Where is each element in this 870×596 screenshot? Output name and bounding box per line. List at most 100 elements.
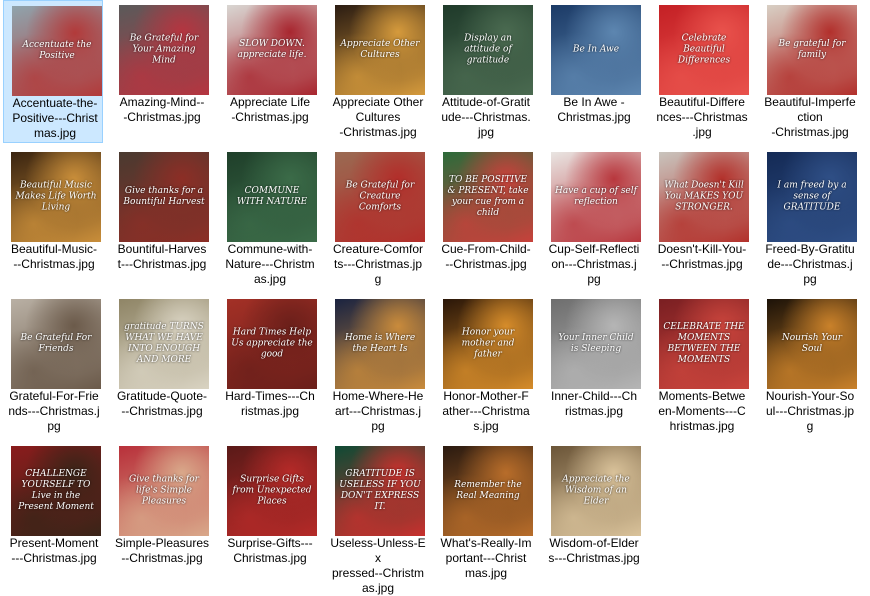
- file-name-line: Nourish-Your-So: [765, 389, 855, 403]
- file-item[interactable]: TO BE POSITIVE & PRESENT, take your cue …: [435, 147, 535, 290]
- file-item[interactable]: Be Grateful for Creature Comforts Creatur…: [327, 147, 427, 290]
- file-name-line: Nature---Christm: [225, 257, 315, 271]
- thumbnail-caption: Your Inner Child is Sleeping: [558, 333, 634, 354]
- file-name-label: Simple-Pleasures --Christmas.jpg: [113, 536, 211, 566]
- file-name-line: ude---Christmas.: [441, 110, 531, 124]
- file-item[interactable]: Be grateful for family Beautiful-Imperfe c…: [759, 0, 859, 143]
- file-item[interactable]: Appreciate Other Cultures Appreciate Othe…: [327, 0, 427, 143]
- file-item[interactable]: Be Grateful for Your Amazing Mind Amazing…: [111, 0, 211, 143]
- file-name-line: --Christmas.jpg: [445, 257, 527, 271]
- file-item[interactable]: Hard Times Help Us appreciate the good Ha…: [219, 294, 319, 437]
- file-name-line: as.jpg: [361, 581, 395, 595]
- thumbnail-caption: Remember the Real Meaning: [454, 480, 522, 501]
- file-name-line: --Christmas.jpg: [121, 404, 203, 418]
- file-thumbnail: Nourish Your Soul: [767, 299, 857, 389]
- file-item[interactable]: CHALLENGE YOURSELF TO Live in the Presen…: [3, 441, 103, 584]
- file-name-line: mas.jpg: [464, 566, 508, 580]
- file-thumbnail: Be Grateful for Your Amazing Mind: [119, 5, 209, 95]
- file-name-line: nces---Christmas: [656, 110, 748, 124]
- file-item[interactable]: Have a cup of self reflection Cup-Self-Re…: [543, 147, 643, 290]
- file-item[interactable]: Celebrate Beautiful Differences Beautiful…: [651, 0, 751, 143]
- file-name-label: Gratitude-Quote- --Christmas.jpg: [113, 389, 211, 419]
- file-name-line: ts---Christmas.jp: [333, 257, 422, 271]
- file-item[interactable]: Remember the Real Meaning What's-Really-I…: [435, 441, 535, 584]
- file-name-line: t---Christmas.jpg: [117, 257, 207, 271]
- file-name-line: ather---Christma: [442, 404, 530, 418]
- file-name-label: Present-Moment ---Christmas.jpg: [5, 536, 103, 566]
- file-item[interactable]: What Doesn't Kill You MAKES YOU STRONGER…: [651, 147, 751, 290]
- file-item[interactable]: Home is Where the Heart Is Home-Where-He a…: [327, 294, 427, 437]
- file-name-line: Beautiful-Differe: [659, 95, 745, 109]
- file-item[interactable]: COMMUNE WITH NATURE Commune-with- Nature--…: [219, 147, 319, 290]
- file-name-line: Gratitude-Quote-: [116, 389, 208, 403]
- file-thumbnail: gratitude TURNS WHAT WE HAVE INTO ENOUGH…: [119, 299, 209, 389]
- file-name-label: Accentuate-the- Positive---Christ mas.jpg: [6, 96, 104, 141]
- file-name-label: Cup-Self-Reflecti on---Christmas.j pg: [545, 242, 643, 287]
- file-item[interactable]: Surprise Gifts from Unexpected Places Sur…: [219, 441, 319, 584]
- file-name-line: -Christmas.jpg: [771, 125, 849, 139]
- thumbnail-caption: Honor your mother and father: [461, 327, 515, 360]
- file-name-label: Amazing-Mind-- -Christmas.jpg: [113, 95, 211, 125]
- thumbnail-caption: Beautiful Music Makes Life Worth Living: [15, 180, 97, 213]
- file-item[interactable]: Display an attitude of gratitude Attitude…: [435, 0, 535, 143]
- file-thumbnail: GRATITUDE IS USELESS IF YOU DON'T EXPRES…: [335, 446, 425, 536]
- thumbnail-caption: CHALLENGE YOURSELF TO Live in the Presen…: [18, 469, 94, 512]
- file-thumbnail: Be grateful for family: [767, 5, 857, 95]
- thumbnail-caption: Hard Times Help Us appreciate the good: [231, 327, 313, 360]
- file-item[interactable]: Give thanks for life's Simple Pleasures S…: [111, 441, 211, 584]
- file-thumbnail: Remember the Real Meaning: [443, 446, 533, 536]
- file-thumbnail: CHALLENGE YOURSELF TO Live in the Presen…: [11, 446, 101, 536]
- file-thumbnail: Celebrate Beautiful Differences: [659, 5, 749, 95]
- file-item[interactable]: Appreciate the Wisdom of an Elder Wisdom-…: [543, 441, 643, 584]
- file-name-line: pg: [47, 419, 61, 433]
- file-thumbnail: Accentuate the Positive: [12, 6, 102, 96]
- thumbnail-caption: Give thanks for life's Simple Pleasures: [129, 474, 199, 507]
- file-name-label: Surprise-Gifts--- Christmas.jpg: [221, 536, 319, 566]
- file-item[interactable]: CELEBRATE THE MOMENTS BETWEEN THE MOMENT…: [651, 294, 751, 437]
- thumbnail-caption: Be In Awe: [572, 44, 620, 55]
- thumbnail-caption: Accentuate the Positive: [22, 40, 92, 61]
- file-name-line: Christmas.jpg: [233, 551, 307, 565]
- file-name-line: Wisdom-of-Elder: [549, 536, 639, 550]
- thumbnail-caption: gratitude TURNS WHAT WE HAVE INTO ENOUGH…: [124, 322, 204, 365]
- file-name-line: portant---Christ: [445, 551, 527, 565]
- file-item[interactable]: Honor your mother and father Honor-Mother…: [435, 294, 535, 437]
- file-name-line: hristmas.jpg: [669, 419, 735, 433]
- file-item[interactable]: Be In Awe Be In Awe - Christmas.jpg: [543, 0, 643, 143]
- file-name-line: ction: [797, 110, 823, 124]
- file-name-line: Amazing-Mind--: [119, 95, 205, 109]
- file-name-label: Appreciate Life -Christmas.jpg: [221, 95, 319, 125]
- file-item[interactable]: Accentuate the Positive Accentuate-the- Po…: [3, 0, 103, 143]
- file-name-label: Creature-Comfor ts---Christmas.jp g: [329, 242, 427, 287]
- file-thumbnail: TO BE POSITIVE & PRESENT, take your cue …: [443, 152, 533, 242]
- file-name-line: -Christmas.jpg: [339, 125, 417, 139]
- file-item[interactable]: Nourish Your Soul Nourish-Your-So ul---Chr…: [759, 294, 859, 437]
- file-thumbnail: Hard Times Help Us appreciate the good: [227, 299, 317, 389]
- file-name-line: Beautiful-Music-: [10, 242, 98, 256]
- thumbnail-caption: TO BE POSITIVE & PRESENT, take your cue …: [447, 175, 529, 218]
- file-thumbnail: Appreciate the Wisdom of an Elder: [551, 446, 641, 536]
- file-name-line: g: [806, 419, 814, 433]
- file-name-label: Moments-Betwe en-Moments---C hristmas.jpg: [653, 389, 751, 434]
- file-item[interactable]: Be Grateful For Friends Grateful-For-Frie…: [3, 294, 103, 437]
- file-item[interactable]: Give thanks for a Bountiful Harvest Bount…: [111, 147, 211, 290]
- file-name-line: Surprise-Gifts---: [227, 536, 313, 550]
- file-item[interactable]: gratitude TURNS WHAT WE HAVE INTO ENOUGH…: [111, 294, 211, 437]
- file-thumbnail: CELEBRATE THE MOMENTS BETWEEN THE MOMENT…: [659, 299, 749, 389]
- file-name-line: -Christmas.jpg: [231, 110, 309, 124]
- file-item[interactable]: GRATITUDE IS USELESS IF YOU DON'T EXPRES…: [327, 441, 427, 595]
- file-item[interactable]: I am freed by a sense of GRATITUDE Freed-…: [759, 147, 859, 290]
- file-item[interactable]: Your Inner Child is Sleeping Inner-Child-…: [543, 294, 643, 437]
- file-name-line: Useless-Unless-Ex: [330, 536, 426, 565]
- file-name-label: Honor-Mother-F ather---Christma s.jpg: [437, 389, 535, 434]
- file-name-line: Inner-Child---Ch: [550, 389, 638, 403]
- thumbnail-caption: Be grateful for family: [778, 39, 846, 60]
- file-name-line: What's-Really-Im: [440, 536, 532, 550]
- file-name-line: Grateful-For-Frie: [9, 389, 99, 403]
- thumbnail-caption: Be Grateful for Your Amazing Mind: [129, 33, 199, 66]
- file-name-line: Cue-From-Child-: [441, 242, 531, 256]
- file-item[interactable]: SLOW DOWN. appreciate life. Appreciate Li…: [219, 0, 319, 143]
- file-item[interactable]: Beautiful Music Makes Life Worth Living B…: [3, 147, 103, 290]
- thumbnail-caption: Have a cup of self reflection: [555, 186, 637, 207]
- file-name-line: ---Christmas.jpg: [11, 551, 97, 565]
